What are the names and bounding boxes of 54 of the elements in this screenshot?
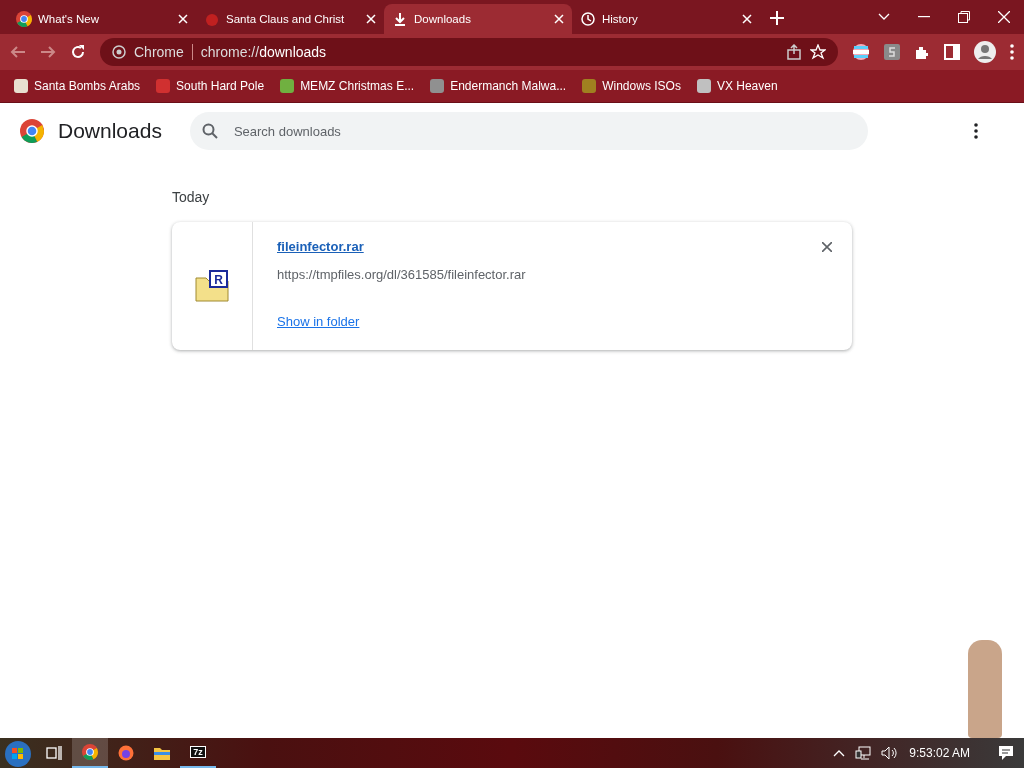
page-title: Downloads — [58, 119, 162, 143]
network-icon[interactable] — [855, 746, 872, 760]
extensions-icon[interactable] — [914, 44, 930, 60]
back-icon[interactable] — [10, 44, 26, 60]
restore-icon[interactable] — [958, 11, 970, 23]
download-icon — [392, 11, 408, 27]
chrome-page-icon — [112, 45, 126, 59]
share-icon[interactable] — [786, 44, 802, 60]
taskbar-app-button[interactable] — [72, 738, 108, 768]
start-orb-icon[interactable] — [3, 738, 33, 768]
site-label: Chrome — [134, 44, 193, 60]
bookmark-link[interactable]: South Hard Pole — [156, 79, 265, 93]
profile-icon[interactable] — [974, 41, 996, 63]
taskbar-clock[interactable]: 9:53:02 AM — [909, 746, 970, 760]
bookmark-link[interactable]: MEMZ Christmas E... — [280, 79, 415, 93]
chrome-logo-icon — [16, 11, 32, 27]
more-menu-icon[interactable] — [1010, 44, 1014, 60]
file-name-link[interactable]: fileinfector.rar — [277, 239, 364, 254]
show-in-folder-link[interactable]: Show in folder — [277, 314, 360, 329]
task-view-icon[interactable] — [46, 745, 62, 761]
close-icon[interactable] — [822, 242, 832, 252]
volume-icon[interactable] — [881, 746, 900, 760]
browser-tab[interactable]: Santa Claus and Christ — [196, 4, 384, 34]
new-tab-icon[interactable] — [770, 11, 784, 25]
reload-icon[interactable] — [70, 44, 86, 60]
folder-icon — [154, 746, 170, 760]
browser-tab[interactable]: What's New — [8, 4, 196, 34]
search-icon — [201, 123, 218, 139]
chrome-logo-icon — [82, 744, 98, 760]
browser-tab[interactable]: History — [572, 4, 760, 34]
firefox-icon — [118, 745, 134, 761]
browser-tab[interactable]: Downloads — [384, 4, 572, 34]
forward-icon[interactable] — [40, 44, 56, 60]
tab-search-icon[interactable] — [878, 13, 890, 21]
flag-extension-icon[interactable] — [852, 43, 870, 61]
date-heading: Today — [172, 189, 211, 205]
bookmark-link[interactable]: VX Heaven — [696, 79, 778, 93]
minimize-icon[interactable] — [918, 16, 930, 18]
address-bar[interactable]: Chrome chrome://downloads — [100, 38, 838, 66]
taskbar-app-button[interactable]: 7z — [180, 738, 216, 768]
bookmark-link[interactable]: Endermanch Malwa... — [430, 79, 567, 93]
more-menu-icon[interactable] — [974, 123, 978, 139]
history-icon — [580, 11, 596, 27]
search-field[interactable]: Search downloads — [189, 112, 868, 150]
bookmark-link[interactable]: Windows ISOs — [582, 79, 681, 93]
notifications-icon[interactable] — [998, 745, 1014, 761]
tray-expand-icon[interactable] — [833, 749, 846, 757]
bookmark-star-icon[interactable] — [810, 44, 826, 60]
ornament-icon — [204, 11, 220, 27]
source-url: https://tmpfiles.org/dl/361585/fileinfector.rar — [277, 267, 527, 282]
url-text: chrome://downloads — [200, 44, 327, 60]
chrome-logo-icon — [20, 119, 44, 143]
bookmark-link[interactable]: Santa Bombs Arabs — [14, 79, 141, 93]
side-panel-icon[interactable] — [944, 44, 960, 60]
